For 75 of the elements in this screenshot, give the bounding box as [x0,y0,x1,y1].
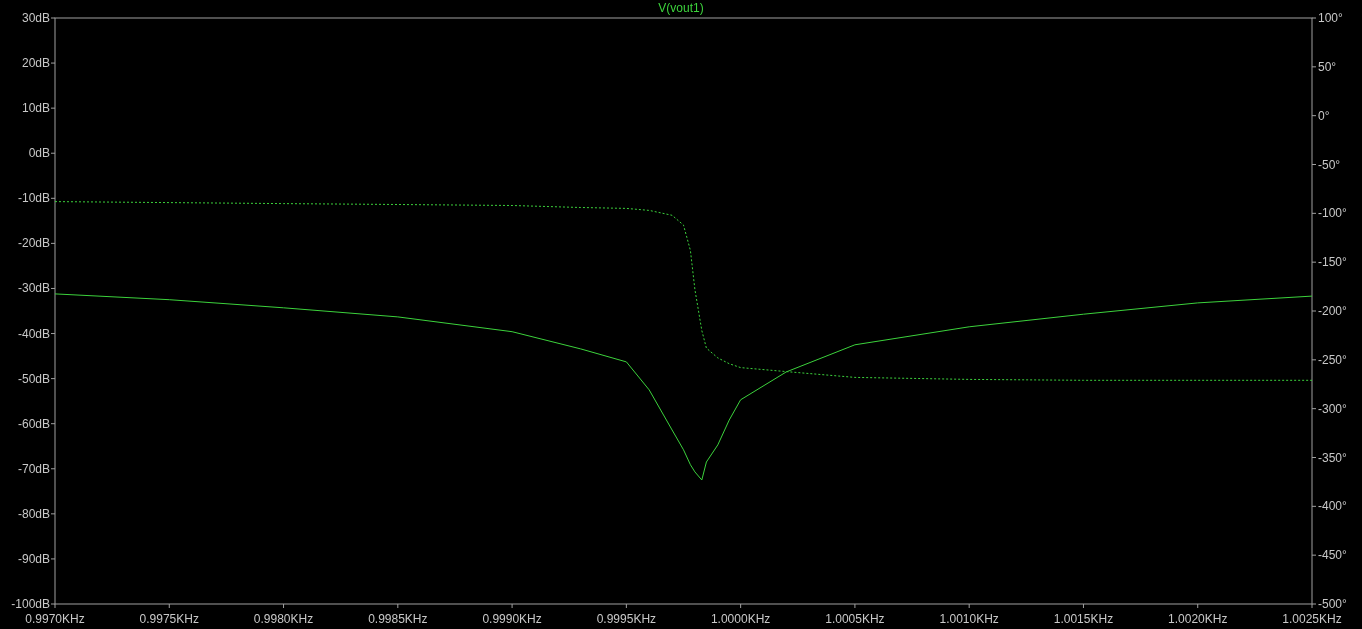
y-tick-label: -80dB [17,506,50,521]
chart-title: V(vout1) [658,1,704,15]
y2-tick-label: -350° [1318,450,1347,465]
x-tick-label: 1.0025KHz [1282,612,1342,626]
tick-mark [1311,66,1317,68]
x-tick-label: 0.9995KHz [596,612,657,626]
y2-tick-label: -250° [1318,352,1347,367]
tick-mark [740,603,742,609]
y2-tick-label: -100° [1318,206,1347,221]
tick-mark [50,333,56,335]
tick-mark [168,603,170,609]
tick-mark [511,603,513,609]
tick-mark [283,603,285,609]
y2-tick-label: -450° [1318,548,1347,563]
y-tick-label: -10dB [17,191,50,206]
x-tick-label: 1.0010KHz [939,612,999,626]
x-tick-label: 0.9970KHz [25,612,85,626]
x-tick-label: 0.9980KHz [253,612,314,626]
tick-mark [1311,408,1317,410]
x-tick-label: 1.0015KHz [1053,612,1114,626]
tick-mark [1311,261,1317,263]
y2-tick-label: 100° [1318,11,1343,25]
tick-mark [1082,603,1084,609]
y-tick-label: -40dB [17,326,50,341]
tick-mark [1311,554,1317,556]
y2-tick-label: -50° [1318,157,1341,172]
y2-tick-label: -500° [1318,597,1347,611]
tick-mark [50,468,56,470]
tick-mark [50,558,56,560]
y2-tick-label: 0° [1318,108,1330,123]
x-tick-label: 1.0005KHz [825,612,885,626]
y-tick-label: 0dB [28,146,50,161]
tick-mark [50,513,56,515]
y-tick-label: -90dB [17,551,50,566]
tick-mark [50,287,56,289]
tick-mark [50,152,56,154]
tick-mark [1311,17,1317,19]
y-tick-label: 30dB [21,11,50,25]
x-tick-label: 1.0020KHz [1168,612,1228,626]
y-tick-label: -100dB [11,597,50,611]
tick-mark [50,197,56,199]
y-tick-label: -50dB [17,371,50,386]
tick-mark [1197,603,1199,609]
y2-tick-label: -150° [1318,255,1347,270]
y2-tick-label: -400° [1318,499,1347,514]
y-tick-label: -30dB [17,281,50,296]
x-tick-label: 0.9985KHz [368,612,428,626]
y-tick-label: -20dB [17,236,50,251]
y-tick-label: 20dB [21,56,50,71]
x-tick-label: 0.9990KHz [482,612,542,626]
x-tick-label: 1.0000KHz [710,612,771,626]
tick-mark [854,603,856,609]
y-tick-label: 10dB [21,101,50,116]
tick-mark [50,378,56,380]
y-tick-label: -60dB [17,416,50,431]
tick-mark [50,17,56,19]
tick-mark [50,62,56,64]
tick-mark [1311,359,1317,361]
tick-mark [50,107,56,109]
tick-mark [1311,212,1317,214]
tick-mark [1311,310,1317,312]
tick-mark [50,423,56,425]
tick-mark [1311,115,1317,117]
y2-tick-label: -300° [1318,401,1347,416]
x-tick-label: 0.9975KHz [139,612,199,626]
y2-tick-label: -200° [1318,304,1347,318]
tick-mark [1311,505,1317,507]
y-tick-label: -70dB [17,461,50,476]
y2-tick-label: 50° [1318,59,1337,74]
tick-mark [50,242,56,244]
tick-mark [968,603,970,609]
tick-mark [1311,164,1317,165]
tick-mark [397,603,399,609]
tick-mark [1311,457,1317,458]
tick-mark [625,603,627,609]
